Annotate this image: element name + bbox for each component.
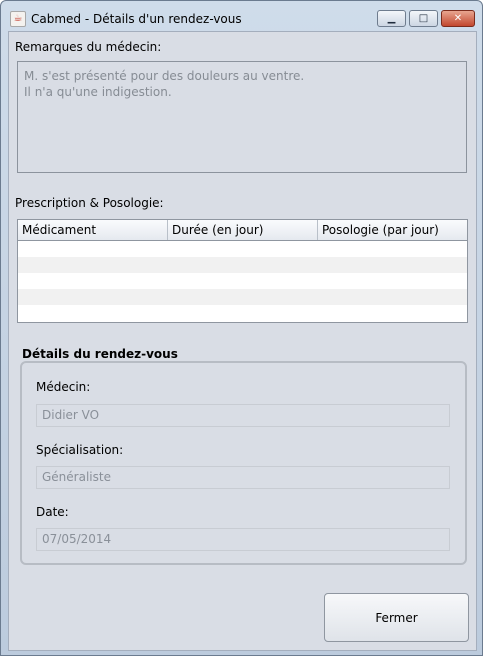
date-field[interactable]: 07/05/2014 bbox=[36, 528, 450, 551]
prescription-label: Prescription & Posologie: bbox=[15, 196, 164, 210]
doctor-field[interactable]: Didier VO bbox=[36, 404, 450, 427]
specialty-label: Spécialisation: bbox=[36, 443, 124, 457]
dialog-content: Remarques du médecin: M. s'est présenté … bbox=[8, 31, 477, 651]
dialog-window: ☕ Cabmed - Détails d'un rendez-vous ▁ □ … bbox=[0, 0, 483, 656]
java-cup-icon: ☕ bbox=[10, 11, 26, 27]
date-label: Date: bbox=[36, 505, 69, 519]
remarks-textarea[interactable]: M. s'est présenté pour des douleurs au v… bbox=[17, 61, 467, 173]
maximize-button[interactable]: □ bbox=[409, 10, 438, 27]
table-row bbox=[18, 257, 467, 273]
remarks-label: Remarques du médecin: bbox=[15, 40, 162, 54]
close-button[interactable]: Fermer bbox=[324, 593, 469, 642]
table-header: Médicament Durée (en jour) Posologie (pa… bbox=[18, 220, 467, 241]
details-section-title: Détails du rendez-vous bbox=[22, 347, 178, 361]
table-row bbox=[18, 241, 467, 257]
remarks-line: M. s'est présenté pour des douleurs au v… bbox=[24, 69, 305, 83]
details-panel: Médecin: Didier VO Spécialisation: Génér… bbox=[20, 361, 467, 565]
window-title: Cabmed - Détails d'un rendez-vous bbox=[31, 12, 242, 26]
table-row bbox=[18, 289, 467, 305]
column-header-duree[interactable]: Durée (en jour) bbox=[168, 220, 318, 240]
title-bar[interactable]: ☕ Cabmed - Détails d'un rendez-vous ▁ □ … bbox=[1, 1, 482, 31]
specialty-field[interactable]: Généraliste bbox=[36, 466, 450, 489]
doctor-label: Médecin: bbox=[36, 380, 91, 394]
remarks-line: Il n'a qu'une indigestion. bbox=[24, 85, 172, 99]
prescription-table[interactable]: Médicament Durée (en jour) Posologie (pa… bbox=[17, 219, 468, 323]
column-header-posologie[interactable]: Posologie (par jour) bbox=[318, 220, 467, 240]
table-row bbox=[18, 305, 467, 321]
table-row bbox=[18, 273, 467, 289]
minimize-button[interactable]: ▁ bbox=[377, 10, 406, 27]
column-header-medicament[interactable]: Médicament bbox=[18, 220, 168, 240]
close-window-button[interactable]: ✕ bbox=[441, 10, 475, 27]
